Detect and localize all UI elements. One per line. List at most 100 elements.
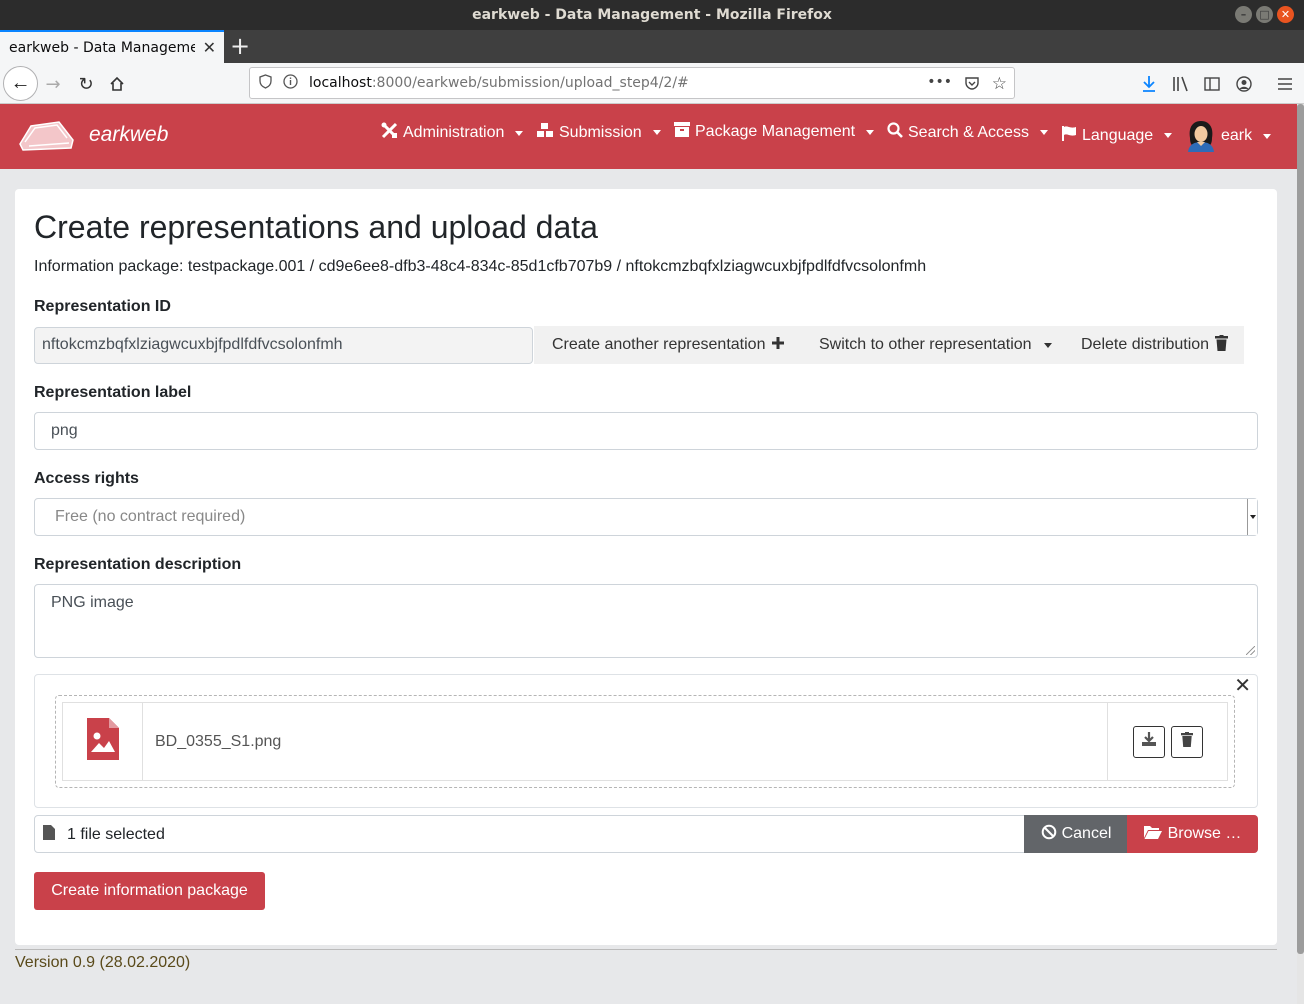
menu-submission[interactable]: Submission (536, 122, 661, 143)
file-drop-zone[interactable]: BD_0355_S1.png (55, 695, 1235, 788)
download-file-button[interactable] (1132, 725, 1165, 758)
chevron-down-icon (515, 130, 524, 136)
ban-icon (1041, 824, 1057, 845)
archive-icon (674, 122, 690, 142)
flag-icon (1061, 125, 1077, 146)
avatar (1186, 120, 1216, 152)
switch-representation-label: Switch to other representation (819, 336, 1032, 353)
representation-id-label: Representation ID (34, 298, 171, 315)
close-window-button[interactable]: ✕ (1277, 6, 1294, 23)
app-header: earkweb Administration Submission Packag… (0, 104, 1297, 169)
downloads-icon[interactable] (1136, 71, 1162, 97)
reload-icon[interactable]: ↻ (73, 71, 99, 97)
cancel-label: Cancel (1061, 825, 1112, 842)
account-icon[interactable] (1231, 71, 1257, 97)
menu-user[interactable]: eark (1186, 120, 1272, 152)
file-icon (43, 825, 55, 845)
create-information-package-button[interactable]: Create information package (34, 872, 265, 910)
window-titlebar: earkweb - Data Management - Mozilla Fire… (0, 0, 1304, 30)
chevron-down-icon (866, 129, 875, 135)
switch-representation-dropdown[interactable]: Switch to other representation (801, 326, 1063, 364)
access-rights-value: Free (no contract required) (55, 508, 246, 525)
menu-user-label: eark (1221, 127, 1253, 144)
maximize-button[interactable]: □ (1256, 6, 1273, 23)
brand-name[interactable]: earkweb (89, 123, 168, 147)
create-another-representation-label: Create another representation (552, 336, 766, 353)
menu-submission-label: Submission (559, 123, 642, 141)
search-icon (887, 122, 903, 143)
resize-grip-icon[interactable] (1246, 646, 1255, 655)
shield-icon[interactable] (259, 73, 273, 93)
tab-strip: earkweb - Data Management - Mozilla Fire… (0, 30, 1304, 63)
download-icon (1141, 732, 1156, 751)
access-rights-select[interactable]: Free (no contract required) (34, 498, 1258, 536)
library-icon[interactable] (1168, 71, 1194, 97)
plus-icon (771, 336, 785, 355)
earkweb-logo-icon[interactable] (17, 116, 75, 157)
forward-icon[interactable]: → (40, 71, 66, 97)
bookmark-star-icon[interactable]: ☆ (992, 74, 1007, 94)
footer-divider (15, 949, 1277, 950)
folder-open-icon (1143, 825, 1162, 844)
page-title: Create representations and upload data (34, 209, 598, 245)
sidebar-icon[interactable] (1199, 71, 1225, 97)
menu-search-access-label: Search & Access (908, 123, 1029, 141)
chevron-down-icon (1263, 133, 1272, 139)
create-another-representation-button[interactable]: Create another representation (534, 326, 801, 364)
menu-search-access[interactable]: Search & Access (887, 122, 1048, 143)
chevron-down-icon (652, 130, 661, 135)
delete-distribution-button[interactable]: Delete distribution (1063, 326, 1244, 364)
menu-language-label: Language (1082, 126, 1154, 144)
pocket-icon[interactable] (964, 75, 980, 95)
url-path: :8000/earkweb/submission/upload_step4/2/… (371, 75, 689, 91)
url-bar[interactable]: localhost:8000/earkweb/submission/upload… (249, 67, 1015, 99)
url-host: localhost (309, 75, 372, 91)
info-icon[interactable] (283, 73, 299, 93)
image-file-icon (86, 718, 119, 765)
file-actions (1107, 703, 1227, 780)
cancel-upload-button[interactable]: Cancel (1024, 815, 1128, 853)
browser-navbar: ← → ↻ localhost:8000/earkweb/submission/… (0, 63, 1304, 104)
access-rights-label: Access rights (34, 470, 139, 487)
menu-package-management-label: Package Management (695, 123, 856, 140)
cubes-icon (536, 122, 554, 143)
delete-distribution-label: Delete distribution (1081, 336, 1210, 353)
file-caption: 1 file selected (43, 825, 165, 845)
menu-language[interactable]: Language (1061, 125, 1173, 146)
menu-administration-label: Administration (403, 124, 505, 141)
minimize-button[interactable]: – (1235, 6, 1252, 23)
tab-title: earkweb - Data Management - Mozilla Fire… (9, 39, 195, 56)
menu-administration[interactable]: Administration (381, 122, 524, 144)
hamburger-menu-icon[interactable] (1272, 71, 1298, 97)
representation-description-textarea[interactable]: PNG image (34, 584, 1258, 658)
url-text[interactable]: localhost:8000/earkweb/submission/upload… (309, 75, 689, 91)
remove-file-button[interactable] (1170, 725, 1203, 758)
browser-tab[interactable]: earkweb - Data Management - Mozilla Fire… (0, 30, 224, 63)
representation-label-label: Representation label (34, 384, 192, 401)
files-selected-text: 1 file selected (67, 826, 165, 843)
main-card: Create representations and upload data I… (15, 189, 1277, 945)
chevron-down-icon (1039, 130, 1048, 135)
menu-package-management[interactable]: Package Management (674, 122, 875, 142)
file-preview-row: BD_0355_S1.png (62, 702, 1228, 781)
browse-button[interactable]: Browse … (1127, 815, 1258, 853)
representation-description-value: PNG image (51, 594, 134, 611)
home-icon[interactable] (104, 71, 130, 97)
new-tab-icon[interactable]: + (230, 32, 250, 60)
back-icon[interactable]: ← (3, 66, 38, 101)
chevron-down-icon (1043, 342, 1052, 348)
representation-id-field[interactable]: nftokcmzbqfxlziagwcuxbjfpdlfdfvcsolonfmh (34, 327, 533, 364)
window-controls: – □ ✕ (1235, 6, 1294, 23)
file-name: BD_0355_S1.png (155, 733, 282, 750)
close-icon[interactable]: ✕ (1234, 673, 1251, 697)
browse-label: Browse … (1167, 825, 1242, 842)
trash-icon (1215, 334, 1229, 356)
page-scrollbar-thumb[interactable] (1297, 104, 1304, 954)
chevron-down-icon (1164, 133, 1173, 138)
representation-label-input[interactable]: png (34, 412, 1258, 450)
file-input-bar[interactable]: 1 file selected Cancel Browse … (34, 815, 1258, 853)
select-arrow-icon[interactable] (1247, 499, 1257, 535)
package-info: Information package: testpackage.001 / c… (34, 258, 927, 275)
page-actions-icon[interactable]: ••• (927, 74, 952, 90)
close-tab-icon[interactable]: ✕ (203, 38, 216, 57)
